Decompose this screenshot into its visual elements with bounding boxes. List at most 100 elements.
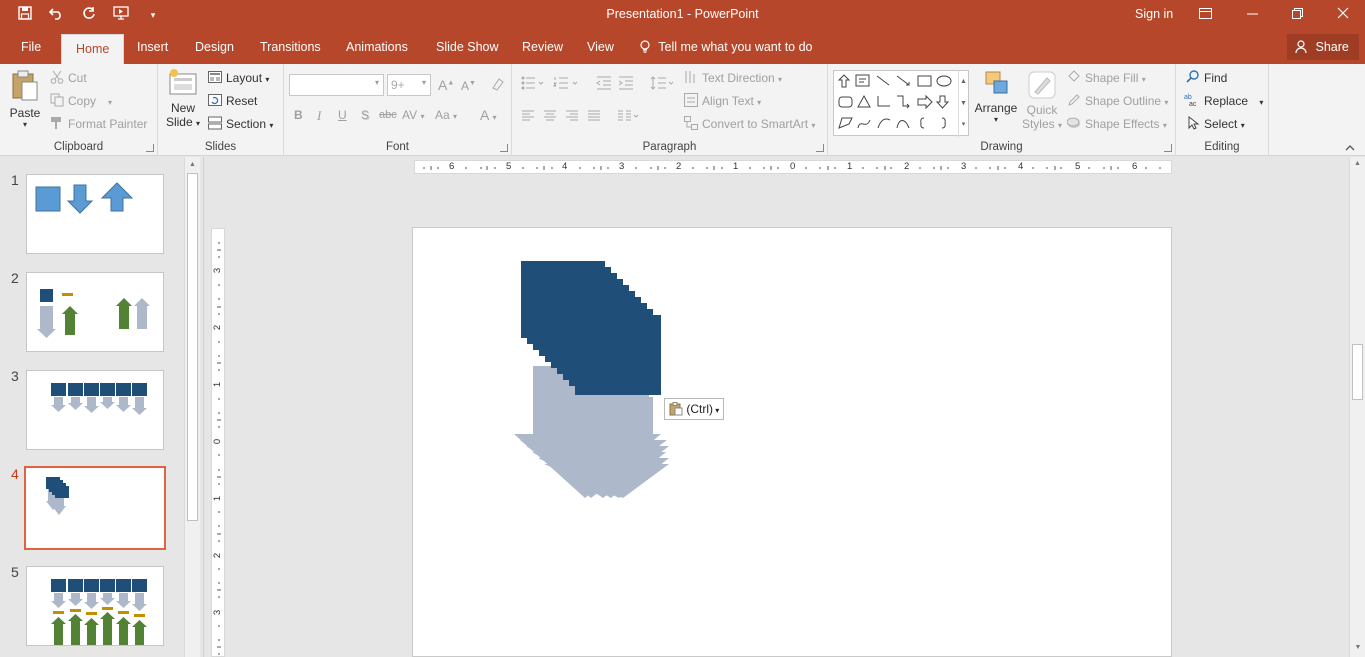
format-painter-button[interactable]: Format Painter bbox=[50, 116, 147, 131]
section-button[interactable]: Section ▾ bbox=[208, 116, 273, 131]
tab-insert[interactable]: Insert bbox=[137, 40, 168, 54]
collapse-ribbon-icon[interactable] bbox=[1345, 140, 1355, 154]
tab-animations[interactable]: Animations bbox=[346, 40, 408, 54]
find-label: Find bbox=[1204, 71, 1228, 85]
slide-thumbnail-3[interactable] bbox=[26, 370, 164, 450]
scissors-icon bbox=[50, 70, 64, 84]
hruler-label: 4 bbox=[1018, 161, 1024, 172]
shapes-gallery[interactable]: ▲ ▼ ▾ bbox=[833, 70, 969, 137]
drawing-launcher-icon[interactable] bbox=[1164, 144, 1172, 152]
slide-canvas[interactable] bbox=[412, 227, 1172, 657]
slide-thumbnail-1[interactable] bbox=[26, 174, 164, 254]
paragraph-launcher-icon[interactable] bbox=[816, 144, 824, 152]
slide-number-2: 2 bbox=[11, 270, 19, 286]
tab-design[interactable]: Design bbox=[195, 40, 234, 54]
font-size-box[interactable]: 9+ ▾ bbox=[387, 74, 431, 96]
shape-effects-label: Shape Effects bbox=[1085, 117, 1160, 131]
layout-icon bbox=[208, 70, 222, 84]
columns-icon[interactable] bbox=[617, 110, 641, 125]
numbering-icon[interactable] bbox=[553, 76, 579, 93]
tab-view[interactable]: View bbox=[587, 40, 614, 54]
justify-icon[interactable] bbox=[587, 110, 601, 125]
ribbon-display-options-icon[interactable] bbox=[1193, 3, 1217, 25]
font-name-dropdown-icon[interactable]: ▾ bbox=[375, 78, 379, 87]
sign-in-link[interactable]: Sign in bbox=[1135, 7, 1173, 21]
text-direction-button[interactable]: Text Direction ▾ bbox=[684, 70, 782, 85]
align-center-icon[interactable] bbox=[543, 110, 557, 125]
text-shadow-button[interactable]: S bbox=[361, 108, 369, 122]
hruler-label: 4 bbox=[562, 161, 568, 172]
select-button[interactable]: Select ▾ bbox=[1186, 115, 1245, 131]
increase-indent-icon[interactable] bbox=[618, 76, 634, 93]
tab-transitions[interactable]: Transitions bbox=[260, 40, 321, 54]
bold-button[interactable]: B bbox=[294, 108, 303, 122]
clipboard-launcher-icon[interactable] bbox=[146, 144, 154, 152]
minimize-icon[interactable] bbox=[1240, 3, 1264, 25]
slide-thumbnail-4[interactable] bbox=[24, 466, 166, 550]
tab-review[interactable]: Review bbox=[522, 40, 563, 54]
align-text-button[interactable]: Align Text ▾ bbox=[684, 93, 761, 108]
copy-button[interactable]: Copy ▾ bbox=[50, 93, 112, 108]
arrange-button[interactable]: Arrange ▾ bbox=[974, 70, 1018, 124]
shape-fill-button[interactable]: Shape Fill ▾ bbox=[1067, 70, 1146, 85]
replace-button[interactable]: ab ac Replace ▾ bbox=[1184, 93, 1263, 108]
arrange-icon bbox=[982, 71, 1010, 101]
paste-options-button[interactable]: (Ctrl) ▾ bbox=[664, 398, 724, 420]
restore-icon[interactable] bbox=[1285, 3, 1309, 25]
editor-scroll-up-icon[interactable]: ▲ bbox=[1350, 160, 1365, 167]
paste-button[interactable]: Paste ▾ bbox=[8, 70, 42, 129]
grow-font-button[interactable]: A▲ bbox=[438, 77, 454, 93]
shapes-gallery-icons bbox=[837, 74, 952, 129]
shape-outline-button[interactable]: Shape Outline ▾ bbox=[1067, 93, 1168, 108]
thumbnail-scrollbar-thumb[interactable] bbox=[187, 173, 198, 521]
vruler-label: 1 bbox=[212, 381, 224, 388]
change-case-button[interactable]: Aa ▾ bbox=[435, 108, 457, 122]
shape-effects-button[interactable]: Shape Effects ▾ bbox=[1066, 116, 1167, 131]
slide-thumbnail-2[interactable] bbox=[26, 272, 164, 352]
font-name-box[interactable]: ▾ bbox=[289, 74, 384, 96]
shape-outline-label: Shape Outline bbox=[1085, 94, 1162, 108]
tab-home[interactable]: Home bbox=[61, 34, 125, 64]
new-slide-button[interactable]: New Slide ▾ bbox=[165, 68, 201, 129]
editor-scrollbar[interactable]: ▲ ▼ bbox=[1349, 157, 1365, 657]
align-right-icon[interactable] bbox=[565, 110, 579, 125]
cut-button[interactable]: Cut bbox=[50, 70, 87, 85]
slide-thumbnail-5[interactable] bbox=[26, 566, 164, 646]
clear-formatting-icon[interactable] bbox=[489, 76, 505, 95]
decrease-indent-icon[interactable] bbox=[596, 76, 612, 93]
convert-smartart-button[interactable]: Convert to SmartArt ▾ bbox=[684, 116, 815, 131]
font-size-dropdown-icon[interactable]: ▾ bbox=[422, 78, 426, 87]
italic-button[interactable]: I bbox=[317, 108, 321, 124]
bullets-icon[interactable] bbox=[521, 76, 545, 93]
font-launcher-icon[interactable] bbox=[500, 144, 508, 152]
quick-styles-button[interactable]: Quick Styles ▾ bbox=[1020, 70, 1064, 131]
layout-label: Layout bbox=[226, 71, 263, 85]
find-button[interactable]: Find bbox=[1186, 70, 1227, 85]
font-color-button[interactable]: A ▾ bbox=[480, 107, 496, 123]
thumbnail-scrollbar[interactable]: ▲ bbox=[184, 157, 200, 657]
reset-button[interactable]: Reset bbox=[208, 93, 257, 108]
slide-number-3: 3 bbox=[11, 368, 19, 384]
slide-number-1: 1 bbox=[11, 172, 19, 188]
close-icon[interactable] bbox=[1331, 3, 1355, 25]
shrink-font-button[interactable]: A▼ bbox=[461, 79, 476, 93]
shapes-gallery-scroll[interactable]: ▲ ▼ ▾ bbox=[958, 71, 968, 137]
character-spacing-button[interactable]: AV ▾ bbox=[402, 108, 424, 122]
underline-button[interactable]: U bbox=[338, 108, 347, 122]
share-button[interactable]: Share bbox=[1287, 34, 1359, 60]
align-left-icon[interactable] bbox=[521, 110, 535, 125]
thumbnail-scroll-up-icon[interactable]: ▲ bbox=[185, 161, 200, 168]
editor-scroll-down-icon[interactable]: ▼ bbox=[1350, 644, 1365, 651]
tab-slide-show[interactable]: Slide Show bbox=[436, 40, 499, 54]
paintbrush-icon bbox=[50, 116, 64, 130]
layout-button[interactable]: Layout ▾ bbox=[208, 70, 269, 85]
strikethrough-button[interactable]: abc bbox=[379, 109, 397, 121]
hruler-label: 5 bbox=[506, 161, 512, 172]
line-spacing-icon[interactable] bbox=[650, 76, 676, 93]
font-size-value: 9+ bbox=[391, 78, 405, 92]
editor-scrollbar-thumb[interactable] bbox=[1352, 344, 1363, 400]
tab-file[interactable]: File bbox=[21, 40, 41, 54]
smartart-icon bbox=[684, 116, 698, 130]
tell-me-search[interactable]: Tell me what you want to do bbox=[640, 40, 813, 54]
copy-icon bbox=[50, 93, 64, 107]
